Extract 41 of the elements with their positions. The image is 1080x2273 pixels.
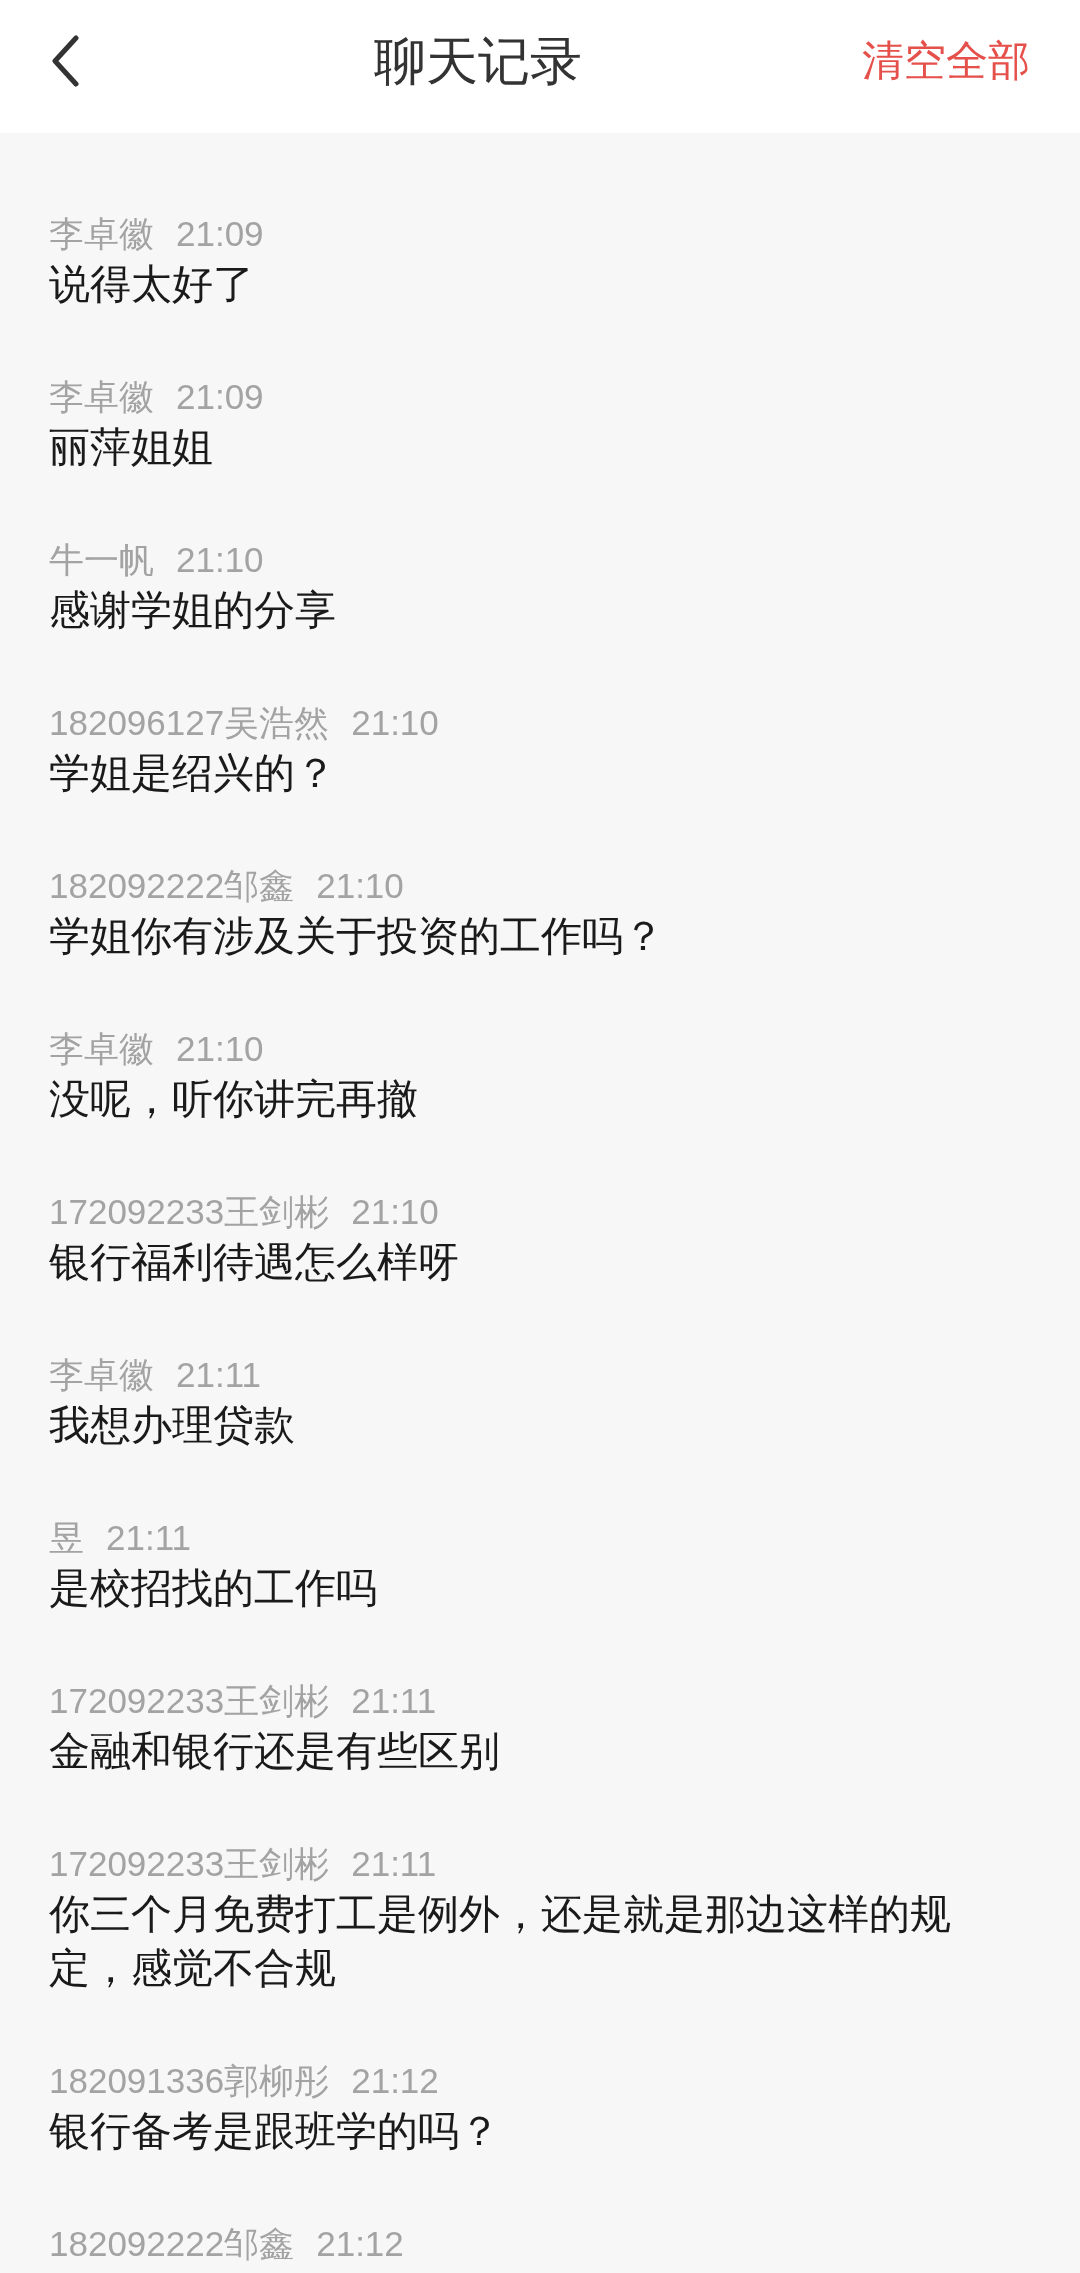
message-time: 21:10 [351, 1190, 439, 1233]
message-text: 丽萍姐姐 [49, 423, 214, 472]
message-time: 21:11 [106, 1516, 191, 1559]
clear-all-button[interactable]: 清空全部 [862, 39, 1030, 82]
sender-name: 李卓徽 [49, 1353, 154, 1396]
sender-name: 李卓徽 [49, 1027, 154, 1070]
sender-name: 李卓徽 [49, 375, 154, 418]
message-time: 21:12 [316, 2222, 404, 2265]
sender-name: 李卓徽 [49, 212, 154, 255]
message-text: 学姐你有涉及关于投资的工作吗？ [49, 912, 665, 961]
sender-name: 牛一帆 [49, 538, 154, 581]
message-text: 没呢，听你讲完再撤 [49, 1075, 419, 1124]
message-time: 21:12 [351, 2059, 439, 2102]
sender-name: 182092222邹鑫 [49, 2222, 295, 2265]
message-text: 说得太好了 [49, 260, 255, 309]
sender-name: 172092233王剑彬 [49, 1842, 330, 1885]
message-time: 21:10 [316, 864, 404, 907]
message-text: 银行备考是跟班学的吗？ [49, 2107, 501, 2156]
message-time: 21:10 [176, 538, 264, 581]
sender-name: 182096127吴浩然 [49, 701, 330, 744]
message-text: 我想办理贷款 [49, 1401, 296, 1450]
sender-name: 182092222邹鑫 [49, 864, 295, 907]
message-text: 金融和银行还是有些区别 [49, 1727, 501, 1776]
message-text: 感谢学姐的分享 [49, 586, 337, 635]
message-text: 你三个月免费打工是例外，还是就是那边这样的规定，感觉不合规 [49, 1890, 952, 1993]
page-title: 聊天记录 [374, 34, 582, 87]
message-text: 银行福利待遇怎么样呀 [49, 1238, 460, 1287]
message-time: 21:11 [351, 1679, 437, 1722]
sender-name: 172092233王剑彬 [49, 1679, 330, 1722]
chevron-left-icon [50, 34, 80, 87]
message-time: 21:09 [176, 212, 264, 255]
message-time: 21:11 [351, 1842, 437, 1885]
message-text: 是校招找的工作吗 [49, 1564, 378, 1613]
message-text: 学姐是绍兴的？ [49, 749, 337, 798]
sender-name: 172092233王剑彬 [49, 1190, 330, 1233]
message-time: 21:11 [176, 1353, 261, 1396]
message-time: 21:10 [176, 1027, 264, 1070]
message-time: 21:10 [351, 701, 439, 744]
sender-name: 昱 [49, 1516, 84, 1559]
sender-name: 182091336郭柳彤 [49, 2059, 330, 2102]
message-time: 21:09 [176, 375, 264, 418]
